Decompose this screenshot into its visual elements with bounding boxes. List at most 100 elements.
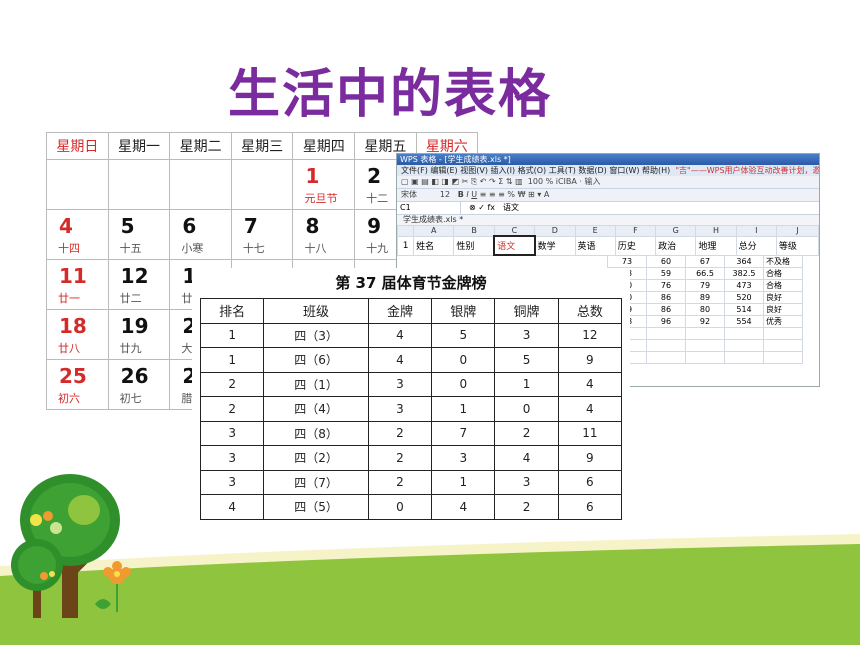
spreadsheet-cell[interactable]: 良好 — [763, 291, 803, 304]
column-header[interactable]: D — [534, 225, 576, 237]
spreadsheet-header-cell[interactable]: 等级 — [775, 235, 819, 256]
medal-table-cell: 2 — [367, 420, 433, 446]
medal-table-title: 第 37 届体育节金牌榜 — [335, 274, 487, 292]
medal-table-cell: 3 — [367, 396, 433, 422]
spreadsheet-header-cell[interactable]: 数学 — [534, 235, 576, 256]
file-tab-label[interactable]: 学生成绩表.xls * — [403, 215, 463, 224]
medal-table-cell: 7 — [431, 420, 496, 446]
spreadsheet-cell[interactable]: 364 — [724, 255, 764, 268]
spreadsheet-cell[interactable] — [724, 327, 764, 340]
column-header[interactable]: A — [413, 225, 455, 237]
calendar-weekday-header: 星期一 — [107, 132, 171, 160]
medal-table-cell: 0 — [431, 347, 496, 373]
calendar-day-cell — [169, 159, 232, 210]
promo-link[interactable]: "吉"——WPS用户体验互动改善计划，邀 — [675, 166, 819, 175]
spreadsheet-cell[interactable] — [646, 339, 686, 352]
spreadsheet-cell[interactable] — [724, 339, 764, 352]
spreadsheet-cell[interactable] — [685, 351, 725, 364]
column-header[interactable]: C — [493, 225, 536, 237]
medal-table-cell: 1 — [431, 396, 496, 422]
spreadsheet-cell[interactable]: 66.5 — [685, 267, 725, 280]
spreadsheet-cell[interactable]: 合格 — [763, 267, 803, 280]
calendar-date: 18 — [59, 314, 87, 338]
grass-ground — [0, 540, 860, 645]
spreadsheet-cell[interactable]: 80 — [685, 303, 725, 316]
spreadsheet-cell[interactable] — [685, 327, 725, 340]
column-header[interactable]: J — [775, 225, 819, 237]
spreadsheet-cell[interactable] — [646, 351, 686, 364]
format-bar[interactable]: 宋体 12 B I U ≡ ≡ ≡ % ₩ ⊞ ▾ A — [397, 189, 819, 202]
medal-table-cell: 0 — [367, 494, 433, 520]
calendar-weekday-header: 星期二 — [169, 132, 232, 160]
spreadsheet-cell[interactable]: 79 — [685, 279, 725, 292]
medal-table-cell: 12 — [557, 322, 623, 348]
spreadsheet-header-cell[interactable]: 地理 — [695, 235, 737, 256]
fx-icon: ⊗ ✓ fx — [469, 203, 496, 212]
medal-table-cell: 11 — [557, 420, 623, 446]
spreadsheet-cell[interactable]: 554 — [724, 315, 764, 328]
spreadsheet-cell[interactable]: 合格 — [763, 279, 803, 292]
spreadsheet-cell[interactable] — [763, 327, 803, 340]
page-title: 生活中的表格 — [228, 65, 553, 125]
spreadsheet-cell[interactable]: 59 — [646, 267, 686, 280]
spreadsheet-cell[interactable]: 73 — [607, 255, 647, 268]
menu-items[interactable]: 文件(F) 编辑(E) 视图(V) 插入(I) 格式(O) 工具(T) 数据(D… — [401, 166, 670, 175]
medal-table-cell: 四（4） — [263, 396, 369, 422]
spreadsheet-cell[interactable]: 89 — [685, 291, 725, 304]
spreadsheet-cell[interactable]: 良好 — [763, 303, 803, 316]
spreadsheet-header-cell[interactable]: 政治 — [655, 235, 697, 256]
spreadsheet-cell[interactable]: 86 — [646, 303, 686, 316]
column-header[interactable]: I — [735, 225, 777, 237]
column-header[interactable]: E — [574, 225, 616, 237]
spreadsheet-header-cell[interactable]: 英语 — [574, 235, 616, 256]
menu-bar[interactable]: 文件(F) 编辑(E) 视图(V) 插入(I) 格式(O) 工具(T) 数据(D… — [397, 165, 819, 176]
spreadsheet-cell[interactable]: 76 — [646, 279, 686, 292]
spreadsheet-cell[interactable] — [763, 339, 803, 352]
spreadsheet-header-cell[interactable]: 姓名 — [413, 235, 455, 256]
spreadsheet-cell[interactable]: 67 — [685, 255, 725, 268]
name-box[interactable]: C1 — [397, 202, 461, 214]
font-select[interactable]: 宋体 — [401, 190, 417, 199]
spreadsheet-cell[interactable]: 96 — [646, 315, 686, 328]
ground-stripe — [0, 534, 860, 576]
toolbar-zoom[interactable]: 100 % iCIBA · 输入 — [528, 177, 601, 186]
column-header[interactable]: B — [453, 225, 495, 237]
spreadsheet-cell[interactable] — [685, 339, 725, 352]
medal-table-cell: 6 — [557, 469, 623, 495]
spreadsheet-cell[interactable]: 优秀 — [763, 315, 803, 328]
spreadsheet-header-cell[interactable]: 历史 — [614, 235, 657, 256]
spreadsheet-cell[interactable] — [724, 351, 764, 364]
spreadsheet-cell[interactable]: 60 — [646, 255, 686, 268]
calendar-day-cell: 25 初六 — [46, 359, 109, 410]
spreadsheet-header-cell[interactable]: 性别 — [453, 235, 495, 256]
spreadsheet-cell[interactable]: 382.5 — [724, 267, 764, 280]
medal-table-cell: 3 — [367, 371, 433, 397]
medal-table-cell: 5 — [494, 347, 559, 373]
spreadsheet-cell[interactable]: 不及格 — [763, 255, 803, 268]
spreadsheet-cell[interactable]: 473 — [724, 279, 764, 292]
spreadsheet-cell[interactable] — [763, 351, 803, 364]
toolbar[interactable]: ▢ ▣ ▤ ◧ ◨ ◩ ✂ ⎘ ↶ ↷ Σ ⇅ ▥ 100 % iCIBA · … — [397, 176, 819, 189]
calendar-day-cell: 19 廿九 — [107, 309, 171, 360]
spreadsheet-cell[interactable]: 86 — [646, 291, 686, 304]
spreadsheet-cell[interactable] — [646, 327, 686, 340]
medal-table-cell: 四（1） — [263, 371, 369, 397]
column-header[interactable]: H — [695, 225, 737, 237]
spreadsheet-cell[interactable]: 92 — [685, 315, 725, 328]
medal-table-cell: 1 — [199, 347, 265, 373]
column-header[interactable]: F — [614, 225, 657, 237]
medal-table-cell: 4 — [494, 445, 559, 471]
calendar-day-cell: 5 十五 — [107, 209, 171, 260]
spreadsheet-header-cell[interactable]: 总分 — [735, 235, 777, 256]
calendar-lunar-label — [232, 164, 293, 166]
calendar-day-cell — [46, 159, 109, 210]
spreadsheet-header-cell[interactable]: 语文 — [493, 235, 536, 256]
font-size-select[interactable]: 12 — [440, 190, 450, 199]
spreadsheet-cell[interactable]: 514 — [724, 303, 764, 316]
formula-input[interactable]: 语文 — [495, 202, 519, 214]
medal-table-cell: 4 — [557, 371, 623, 397]
spreadsheet-cell[interactable]: 520 — [724, 291, 764, 304]
row-number[interactable]: 1 — [397, 235, 415, 256]
column-header[interactable]: G — [655, 225, 697, 237]
file-tab[interactable]: 学生成绩表.xls * — [397, 215, 819, 225]
